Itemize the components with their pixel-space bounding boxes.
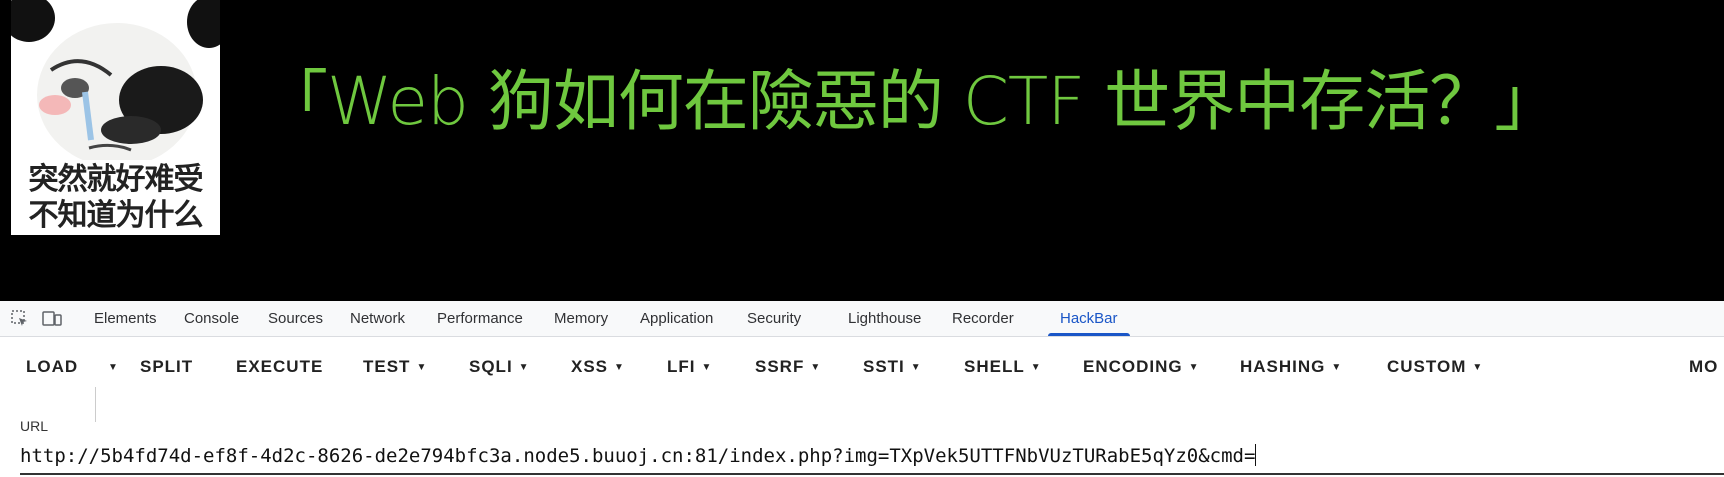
panda-meme-face bbox=[11, 0, 220, 160]
ssti-menu-label: SSTI bbox=[863, 357, 905, 376]
split-button[interactable]: SPLIT bbox=[140, 337, 193, 397]
test-menu-label: TEST bbox=[363, 357, 411, 376]
tab-lighthouse[interactable]: Lighthouse bbox=[848, 301, 921, 336]
meme-caption-line-2: 不知道为什么 bbox=[28, 198, 204, 233]
more-button[interactable]: MO bbox=[1689, 337, 1718, 397]
caret-down-icon: ▼ bbox=[810, 362, 822, 373]
ssrf-menu-label: SSRF bbox=[755, 357, 805, 376]
execute-button-label: EXECUTE bbox=[236, 357, 324, 376]
meme-image: 突然就好难受 不知道为什么 bbox=[11, 0, 220, 235]
caret-down-icon: ▼ bbox=[910, 362, 922, 373]
caret-down-icon: ▼ bbox=[108, 362, 119, 373]
caret-down-icon: ▼ bbox=[1030, 362, 1042, 373]
caret-down-icon: ▼ bbox=[1331, 362, 1343, 373]
tab-security[interactable]: Security bbox=[747, 301, 801, 336]
url-input[interactable]: http://5b4fd74d-ef8f-4d2c-8626-de2e794bf… bbox=[20, 444, 1257, 467]
load-button[interactable]: LOAD bbox=[26, 337, 78, 397]
more-button-label: MO bbox=[1689, 357, 1719, 376]
tab-hackbar[interactable]: HackBar bbox=[1048, 301, 1129, 336]
tab-elements[interactable]: Elements bbox=[94, 301, 157, 336]
split-button-label: SPLIT bbox=[140, 357, 194, 376]
load-split-divider bbox=[95, 387, 96, 422]
encoding-menu-label: ENCODING bbox=[1083, 357, 1183, 376]
load-button-label: LOAD bbox=[26, 357, 79, 376]
caret-down-icon: ▼ bbox=[1188, 362, 1200, 373]
hashing-menu-label: HASHING bbox=[1240, 357, 1326, 376]
ssrf-menu-button[interactable]: SSRF ▼ bbox=[755, 337, 821, 397]
devtools-tab-bar: Elements Console Sources Network Perform… bbox=[0, 301, 1724, 337]
device-toolbar-icon[interactable] bbox=[42, 309, 62, 329]
tab-console[interactable]: Console bbox=[184, 301, 239, 336]
encoding-menu-button[interactable]: ENCODING ▼ bbox=[1083, 337, 1200, 397]
inspect-element-icon[interactable] bbox=[10, 309, 30, 329]
custom-menu-label: CUSTOM bbox=[1387, 357, 1467, 376]
tab-memory[interactable]: Memory bbox=[554, 301, 608, 336]
sqli-menu-button[interactable]: SQLI ▼ bbox=[469, 337, 530, 397]
tab-performance[interactable]: Performance bbox=[437, 301, 523, 336]
text-cursor bbox=[1255, 444, 1257, 466]
caret-down-icon: ▼ bbox=[416, 362, 428, 373]
lfi-menu-button[interactable]: LFI ▼ bbox=[667, 337, 712, 397]
web-page: 突然就好难受 不知道为什么 「Web 狗如何在險惡的 CTF 世界中存活？」 bbox=[0, 0, 1724, 301]
tab-network[interactable]: Network bbox=[350, 301, 405, 336]
ssti-menu-button[interactable]: SSTI ▼ bbox=[863, 337, 922, 397]
hashing-menu-button[interactable]: HASHING ▼ bbox=[1240, 337, 1342, 397]
execute-button[interactable]: EXECUTE bbox=[236, 337, 323, 397]
test-menu-button[interactable]: TEST ▼ bbox=[363, 337, 427, 397]
tab-sources[interactable]: Sources bbox=[268, 301, 323, 336]
shell-menu-label: SHELL bbox=[964, 357, 1025, 376]
xss-menu-button[interactable]: XSS ▼ bbox=[571, 337, 625, 397]
tab-application[interactable]: Application bbox=[640, 301, 713, 336]
page-headline: 「Web 狗如何在險惡的 CTF 世界中存活？」 bbox=[262, 63, 1560, 140]
load-dropdown-button[interactable]: ▼ bbox=[102, 337, 119, 397]
url-input-underline bbox=[20, 473, 1724, 475]
caret-down-icon: ▼ bbox=[614, 362, 625, 373]
xss-menu-label: XSS bbox=[571, 357, 609, 376]
shell-menu-button[interactable]: SHELL ▼ bbox=[964, 337, 1042, 397]
lfi-menu-label: LFI bbox=[667, 357, 696, 376]
caret-down-icon: ▼ bbox=[701, 362, 713, 373]
url-input-value: http://5b4fd74d-ef8f-4d2c-8626-de2e794bf… bbox=[20, 445, 1256, 467]
sqli-menu-label: SQLI bbox=[469, 357, 513, 376]
meme-caption: 突然就好难受 不知道为什么 bbox=[11, 162, 220, 234]
tab-recorder[interactable]: Recorder bbox=[952, 301, 1014, 336]
caret-down-icon: ▼ bbox=[1472, 362, 1484, 373]
custom-menu-button[interactable]: CUSTOM ▼ bbox=[1387, 337, 1483, 397]
caret-down-icon: ▼ bbox=[518, 362, 530, 373]
url-field-label: URL bbox=[20, 418, 49, 434]
hackbar-toolbar: LOAD ▼ SPLIT EXECUTE TEST ▼ SQLI ▼ XSS ▼ LF… bbox=[0, 337, 1724, 422]
meme-caption-line-1: 突然就好难受 bbox=[28, 162, 204, 197]
